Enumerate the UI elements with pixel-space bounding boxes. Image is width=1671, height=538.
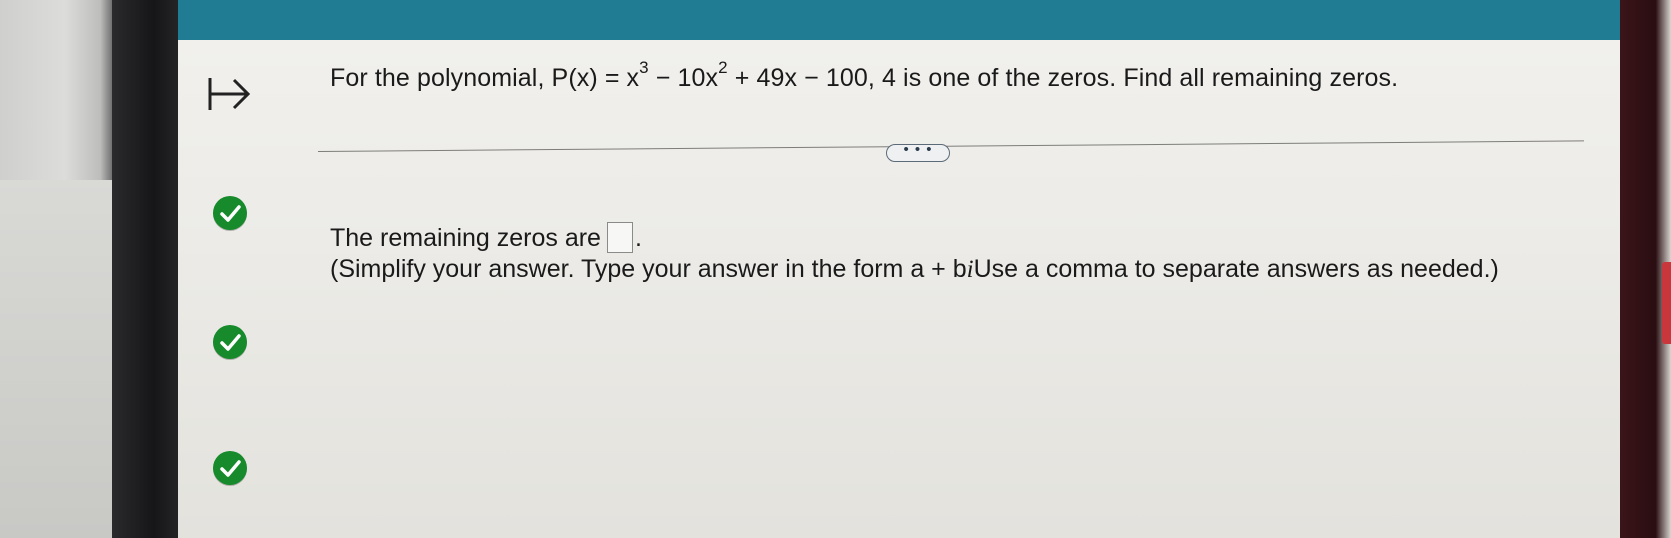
- answer-prompt: The remaining zeros are: [330, 224, 601, 252]
- answer-end: .: [634, 224, 642, 252]
- checkmark-circle-icon[interactable]: [213, 451, 247, 485]
- right-edge-tab: [1662, 262, 1671, 344]
- top-header-bar: [178, 0, 1620, 40]
- exponent-3: 3: [639, 57, 649, 77]
- answer-input[interactable]: [606, 222, 633, 253]
- answer-line: The remaining zeros are.: [330, 222, 642, 253]
- question-text: For the polynomial, P(x) = x3 − 10x2 + 4…: [330, 59, 1399, 93]
- step-arrow-icon[interactable]: [206, 74, 254, 114]
- more-button[interactable]: • • •: [886, 142, 950, 162]
- hint-part2: Use a comma to separate answers as neede…: [973, 255, 1499, 283]
- exponent-2: 2: [718, 57, 728, 77]
- question-prefix: For the polynomial, P(x) = x: [330, 64, 640, 92]
- checkmark-circle-icon[interactable]: [213, 196, 247, 230]
- answer-hint: (Simplify your answer. Type your answer …: [330, 255, 1499, 284]
- question-suffix: + 49x − 100, 4 is one of the zeros. Find…: [727, 64, 1399, 92]
- monitor-bezel-left: [112, 0, 182, 538]
- hint-italic-i: i: [966, 256, 974, 283]
- photo-background-left-lower: [0, 180, 112, 538]
- checkmark-circle-icon[interactable]: [213, 325, 247, 359]
- hint-part1: (Simplify your answer. Type your answer …: [330, 255, 967, 283]
- question-mid: − 10x: [648, 64, 719, 92]
